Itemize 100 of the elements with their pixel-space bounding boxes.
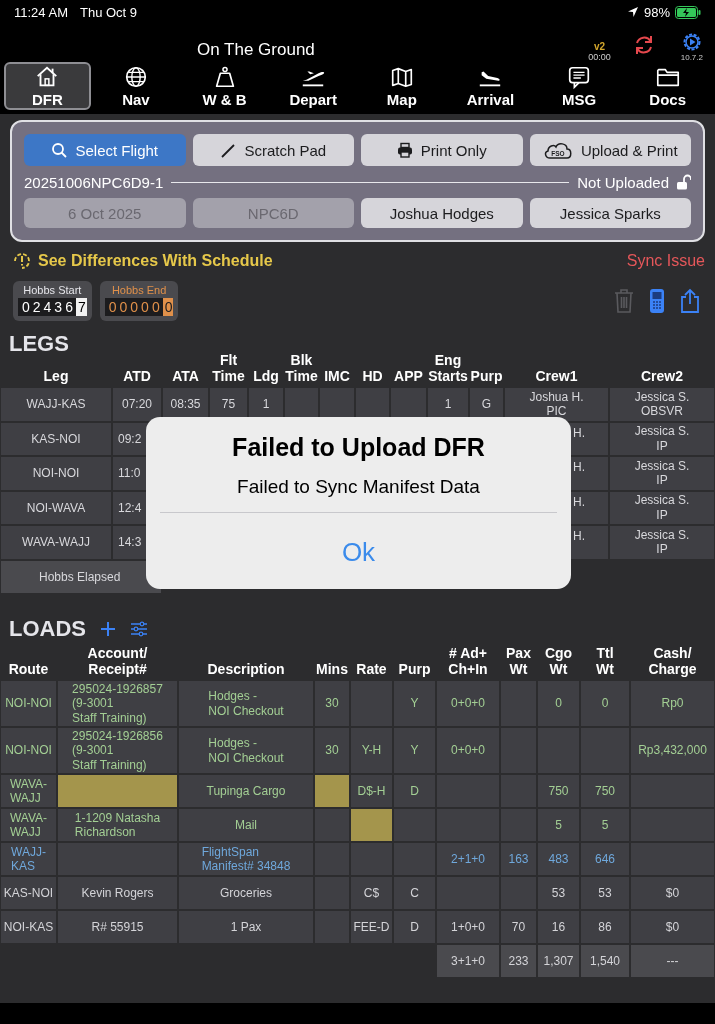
table-cell: 1-1209 Natasha Richardson bbox=[57, 808, 178, 842]
table-cell: $0 bbox=[630, 876, 715, 910]
table-cell: Joshua H. PIC bbox=[504, 387, 609, 422]
battery-icon bbox=[675, 5, 701, 19]
table-cell: Tupinga Cargo bbox=[178, 774, 314, 808]
flight-field[interactable]: Joshua Hodges bbox=[361, 198, 523, 228]
share-icon[interactable] bbox=[679, 288, 701, 314]
table-cell: NOI-NOI bbox=[0, 727, 57, 774]
total-cell: 1,540 bbox=[580, 944, 630, 978]
table-cell: 0 bbox=[537, 680, 580, 727]
table-cell: 16 bbox=[537, 910, 580, 944]
column-header: Crew2 bbox=[640, 366, 684, 386]
clock-time: 11:24 AM bbox=[14, 4, 68, 20]
table-cell: Y-H bbox=[350, 727, 393, 774]
table-cell: D bbox=[393, 774, 436, 808]
table-cell: 750 bbox=[580, 774, 630, 808]
nav-tab[interactable]: Depart bbox=[269, 62, 357, 110]
total-cell: --- bbox=[630, 944, 715, 978]
nav-tab[interactable]: W & B bbox=[181, 62, 268, 110]
nav-tab[interactable]: Arrival bbox=[447, 62, 534, 110]
table-cell: Kevin Rogers bbox=[57, 876, 178, 910]
table-cell: 646 bbox=[580, 842, 630, 876]
table-cell: 2+1+0 bbox=[436, 842, 500, 876]
table-cell: 295024-1926856 (9-3001 Staff Training) bbox=[57, 727, 178, 774]
flight-field[interactable]: Jessica Sparks bbox=[529, 198, 691, 228]
column-header: Rate bbox=[355, 659, 388, 679]
nav-tab[interactable]: Map bbox=[358, 62, 446, 110]
column-header: Ldg bbox=[252, 366, 280, 386]
clock-alert-icon bbox=[12, 251, 32, 271]
screen-title: On The Ground bbox=[197, 40, 316, 61]
table-cell: C$ bbox=[350, 876, 393, 910]
nav-tab[interactable]: Nav bbox=[92, 62, 180, 110]
table-cell: 0+0+0 bbox=[436, 727, 500, 774]
phone-icon[interactable] bbox=[649, 288, 665, 314]
date-text: Thu Oct 9 bbox=[79, 4, 138, 20]
table-cell: Y bbox=[393, 727, 436, 774]
table-cell: NOI-NOI bbox=[0, 680, 57, 727]
location-arrow-icon bbox=[626, 6, 639, 18]
table-cell: 86 bbox=[580, 910, 630, 944]
differences-link[interactable]: See Differences With Schedule bbox=[12, 251, 273, 271]
action-button[interactable]: Select Flight bbox=[24, 134, 186, 166]
flight-id: 20251006NPC6D9-1 bbox=[24, 173, 164, 191]
flight-field: 6 Oct 2025 bbox=[24, 198, 186, 228]
app-version: 10.7.2 bbox=[680, 53, 703, 62]
table-cell: 750 bbox=[537, 774, 580, 808]
column-header: Account/ Receipt# bbox=[86, 644, 149, 679]
column-header: # Ad+ Ch+In bbox=[447, 644, 489, 679]
table-cell: FlightSpan Manifest# 34848 bbox=[178, 842, 314, 876]
action-button[interactable]: Print Only bbox=[361, 134, 523, 166]
table-cell: 5 bbox=[537, 808, 580, 842]
table-cell: D$-H bbox=[350, 774, 393, 808]
nav-tab[interactable]: Docs bbox=[624, 62, 711, 110]
hobbs-meter[interactable]: Hobbs Start 02436 7 bbox=[13, 281, 92, 321]
table-cell: WAVA-WAJJ bbox=[0, 525, 112, 560]
column-header: Mins bbox=[315, 659, 349, 679]
version-label: v2 bbox=[593, 41, 606, 52]
table-cell: WAJJ-KAS bbox=[0, 387, 112, 422]
nav-tab[interactable]: MSG bbox=[535, 62, 623, 110]
nav-tab[interactable]: DFR bbox=[4, 62, 91, 110]
table-cell: 30 bbox=[314, 727, 350, 774]
column-header: HD bbox=[361, 366, 384, 386]
table-cell: 5 bbox=[580, 808, 630, 842]
action-button[interactable]: Scratch Pad bbox=[192, 134, 354, 166]
table-cell: FEE-D bbox=[350, 910, 393, 944]
column-header: ATA bbox=[171, 366, 200, 386]
table-cell: Jessica S. IP bbox=[609, 525, 715, 560]
filter-sliders-icon[interactable] bbox=[130, 621, 148, 637]
table-cell: WAJJ- KAS bbox=[0, 842, 57, 876]
column-header: Leg bbox=[42, 366, 70, 386]
table-cell: 07:20 bbox=[112, 387, 162, 422]
add-icon[interactable] bbox=[100, 621, 116, 637]
search-icon bbox=[51, 142, 68, 158]
table-cell: 295024-1926857 (9-3001 Staff Training) bbox=[57, 680, 178, 727]
timer-text: 00:00 bbox=[588, 52, 611, 62]
upload-status: Not Uploaded bbox=[577, 173, 669, 191]
table-cell: Y bbox=[393, 680, 436, 727]
sync-issue-text: Sync Issue bbox=[626, 252, 705, 270]
flight-field: NPC6D bbox=[192, 198, 354, 228]
table-cell: Jessica S. IP bbox=[609, 456, 715, 491]
table-cell: 1+0+0 bbox=[436, 910, 500, 944]
table-cell: Jessica S. IP bbox=[609, 421, 715, 456]
section-title: LOADS bbox=[8, 616, 86, 642]
column-header: Purp bbox=[469, 366, 504, 386]
table-cell: Groceries bbox=[178, 876, 314, 910]
table-cell: KAS-NOI bbox=[0, 421, 112, 456]
table-cell: Hodges - NOI Checkout bbox=[178, 680, 314, 727]
table-cell: NOI-NOI bbox=[0, 456, 112, 491]
table-cell: Jessica S. IP bbox=[609, 490, 715, 525]
total-cell: 233 bbox=[500, 944, 537, 978]
column-header: Eng Starts bbox=[427, 357, 469, 386]
table-cell: Rp0 bbox=[630, 680, 715, 727]
hobbs-meter[interactable]: Hobbs End 00000 0 bbox=[99, 281, 179, 321]
table-cell: R# 55915 bbox=[57, 910, 178, 944]
table-cell: Hodges - NOI Checkout bbox=[178, 727, 314, 774]
table-cell: WAVA- WAJJ bbox=[0, 774, 57, 808]
column-header: IMC bbox=[323, 366, 351, 386]
table-cell: KAS-NOI bbox=[0, 876, 57, 910]
table-cell: 53 bbox=[537, 876, 580, 910]
dialog-message: Failed to Sync Manifest Data bbox=[237, 476, 480, 498]
table-cell: 0+0+0 bbox=[436, 680, 500, 727]
